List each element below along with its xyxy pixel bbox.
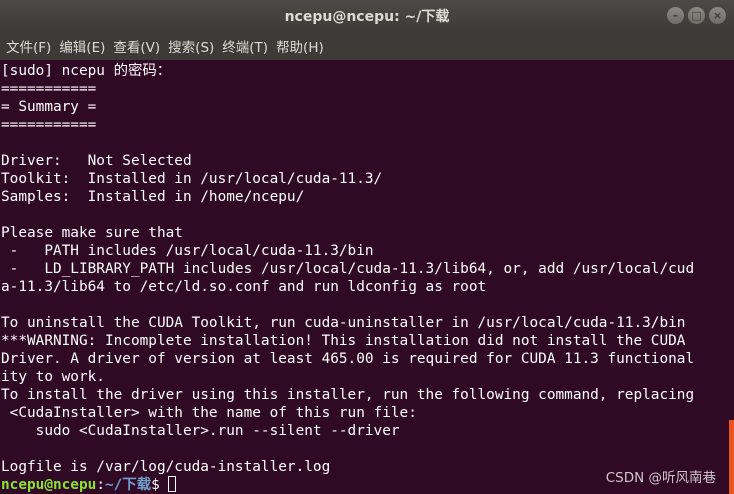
terminal-line: - LD_LIBRARY_PATH includes /usr/local/cu… (1, 261, 695, 277)
terminal-line: =========== (1, 81, 97, 97)
prompt-symbol: $ (151, 477, 169, 493)
scrollbar-thumb[interactable] (729, 420, 734, 494)
terminal-window: ncepu@ncepu: ~/下载 – □ × 文件(F) 编辑(E) 查看(V… (0, 0, 734, 494)
maximize-button[interactable]: □ (688, 7, 705, 24)
window-controls: – □ × (667, 7, 726, 24)
title-bar[interactable]: ncepu@ncepu: ~/下载 – □ × (0, 0, 734, 32)
terminal-line: [sudo] ncepu 的密码： (1, 63, 172, 79)
terminal-line: Toolkit: Installed in /usr/local/cuda-11… (1, 171, 383, 187)
menu-search[interactable]: 搜索(S) (168, 36, 214, 56)
prompt-separator: : (96, 477, 105, 493)
terminal-line: To uninstall the CUDA Toolkit, run cuda-… (1, 315, 686, 331)
terminal-line: Driver: Not Selected (1, 153, 192, 169)
menu-terminal[interactable]: 终端(T) (222, 36, 268, 56)
watermark-text: CSDN @听风南巷 (605, 470, 716, 486)
terminal-line: Driver. A driver of version at least 465… (1, 351, 695, 367)
menu-help[interactable]: 帮助(H) (276, 36, 324, 56)
terminal-line: a-11.3/lib64 to /etc/ld.so.conf and run … (1, 279, 487, 295)
terminal-line: - PATH includes /usr/local/cuda-11.3/bin (1, 243, 374, 259)
text-cursor (168, 476, 177, 492)
prompt-user-host: ncepu@ncepu (1, 477, 97, 493)
terminal-line: = Summary = (1, 99, 97, 115)
menu-view[interactable]: 查看(V) (113, 36, 160, 56)
terminal-line: =========== (1, 117, 97, 133)
terminal-line: Please make sure that (1, 225, 183, 241)
menu-file[interactable]: 文件(F) (6, 36, 51, 56)
terminal-line: ***WARNING: Incomplete installation! Thi… (1, 333, 686, 349)
prompt-path: ~/下载 (104, 477, 152, 493)
terminal-line: To install the driver using this install… (1, 387, 695, 403)
close-button[interactable]: × (709, 7, 726, 24)
terminal-line: <CudaInstaller> with the name of this ru… (1, 405, 417, 421)
terminal-line: sudo <CudaInstaller>.run --silent --driv… (1, 423, 400, 439)
menu-edit[interactable]: 编辑(E) (59, 36, 105, 56)
terminal-line: ity to work. (1, 369, 105, 385)
terminal-output[interactable]: [sudo] ncepu 的密码： =========== = Summary … (0, 60, 734, 494)
menu-bar: 文件(F) 编辑(E) 查看(V) 搜索(S) 终端(T) 帮助(H) (0, 32, 734, 60)
minimize-button[interactable]: – (667, 7, 684, 24)
terminal-line: Samples: Installed in /home/ncepu/ (1, 189, 305, 205)
window-title: ncepu@ncepu: ~/下载 (284, 9, 450, 25)
